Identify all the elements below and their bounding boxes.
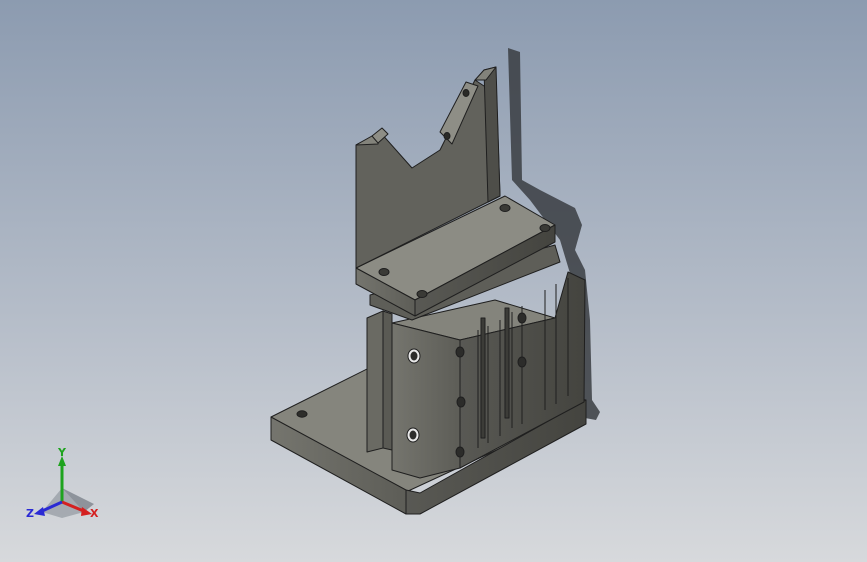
platform-screw [378, 268, 390, 276]
z-axis-arrow [34, 507, 45, 516]
platform-screw [539, 224, 551, 232]
left-guide-rail [366, 310, 384, 453]
graphics-viewport[interactable]: Y X Z [0, 0, 867, 562]
mount-hole [517, 312, 527, 324]
x-axis-label: X [90, 507, 99, 520]
mount-hole [456, 396, 466, 408]
port-hole [409, 430, 417, 440]
base-mount-hole [296, 410, 308, 418]
mount-hole [455, 346, 465, 358]
mount-hole [517, 356, 527, 368]
3d-model-view[interactable] [0, 0, 867, 562]
y-axis-label: Y [57, 446, 67, 459]
platform-screw [416, 290, 428, 298]
platform-screw [499, 204, 511, 212]
z-axis-label: Z [26, 507, 34, 520]
sensor-slot [504, 307, 510, 419]
sensor-slot [480, 317, 486, 439]
pad-screw [443, 132, 451, 140]
mount-hole [455, 446, 465, 458]
cylinder-front [391, 322, 461, 479]
pad-screw [462, 89, 470, 97]
port-hole [410, 351, 418, 361]
left-rail-face [382, 310, 393, 451]
orientation-triad[interactable]: Y X Z [22, 446, 112, 526]
